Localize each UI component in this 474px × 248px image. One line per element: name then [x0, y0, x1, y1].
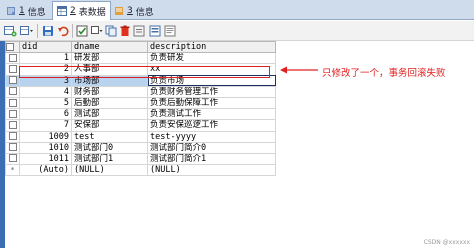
- checkbox-icon: [76, 25, 88, 37]
- toolbar-separator: [37, 24, 38, 38]
- select-all-cell[interactable]: [5, 40, 20, 54]
- checkbox-dropdown-icon: [91, 26, 103, 34]
- text-view-icon: [164, 25, 176, 37]
- row-checkbox[interactable]: [8, 53, 17, 62]
- cell-dname[interactable]: 安保部: [71, 119, 148, 132]
- row-checkbox[interactable]: [8, 154, 17, 163]
- row-checkbox[interactable]: [8, 120, 17, 129]
- cell-dname[interactable]: 测试部: [71, 108, 148, 121]
- grid-toolbar: [0, 21, 474, 41]
- new-row-marker: *: [5, 164, 20, 177]
- export-button[interactable]: [132, 24, 146, 38]
- delete-icon: [120, 25, 130, 36]
- delete-row-button[interactable]: [118, 24, 132, 38]
- tab-info-3[interactable]: 3 信息: [110, 2, 158, 20]
- cell-description[interactable]: 负责研发: [147, 52, 276, 65]
- row-checkbox[interactable]: [8, 109, 17, 118]
- form-view-button[interactable]: [148, 24, 162, 38]
- tab-bar: 1 信息 2 表数据 3 信息: [0, 0, 474, 20]
- add-row-button[interactable]: [3, 24, 17, 38]
- table-row[interactable]: 1011 测试部门1 测试部门简介1: [5, 152, 276, 166]
- table-row[interactable]: 7 安保部 负责安保巡逻工作: [5, 119, 276, 132]
- table-icon: [57, 6, 67, 16]
- text-view-button[interactable]: [163, 24, 177, 38]
- export-icon: [133, 25, 145, 37]
- highlight-box: [19, 66, 270, 78]
- undo-icon: [58, 26, 69, 37]
- cell-did[interactable]: 1009: [19, 130, 72, 143]
- cell-description[interactable]: (NULL): [147, 164, 276, 177]
- row-checkbox[interactable]: [8, 76, 17, 85]
- tab-number: 2: [70, 6, 76, 16]
- annotation-note: 只修改了一个，事务回滚失败: [322, 68, 446, 79]
- tab-number: 1: [19, 6, 25, 16]
- select-all-checkbox[interactable]: [6, 42, 14, 51]
- undo-button[interactable]: [56, 24, 70, 38]
- cell-dname[interactable]: 测试部门1: [71, 152, 148, 166]
- row-checkbox[interactable]: [8, 87, 17, 96]
- cell-description[interactable]: 测试部门简介1: [147, 152, 276, 166]
- cell-did[interactable]: 1011: [19, 152, 72, 166]
- copy-row-button[interactable]: [104, 24, 118, 38]
- select-dropdown-button[interactable]: [90, 24, 104, 38]
- cell-dname[interactable]: 测试部门0: [71, 141, 148, 154]
- cell-description[interactable]: 负责测试工作: [147, 108, 276, 121]
- tab-table-data[interactable]: 2 表数据: [52, 1, 111, 20]
- row-checkbox[interactable]: [8, 98, 17, 107]
- cell-description[interactable]: test-yyyy: [147, 130, 276, 143]
- column-header-did[interactable]: did: [19, 40, 72, 54]
- arrow-left-icon: [280, 66, 318, 74]
- grid-add-dropdown-icon: [20, 26, 33, 35]
- grid-add-icon: [3, 26, 16, 37]
- cell-did[interactable]: 6: [19, 108, 72, 121]
- cell-description[interactable]: 测试部门简介0: [147, 141, 276, 154]
- tab-label: 信息: [135, 7, 154, 18]
- row-checkbox[interactable]: [8, 143, 17, 152]
- cell-dname[interactable]: test: [71, 130, 148, 143]
- result-grid-area: did dname description 1 研发部 负责研发 2 人事部 x…: [0, 40, 474, 248]
- table-row[interactable]: 1010 测试部门0 测试部门简介0: [5, 141, 276, 154]
- form-view-icon: [149, 25, 161, 37]
- column-header-description[interactable]: description: [147, 40, 276, 54]
- select-button[interactable]: [75, 24, 89, 38]
- row-checkbox[interactable]: [8, 132, 17, 141]
- info-icon: [115, 7, 123, 15]
- watermark: CSDN @xxxxxx: [423, 239, 470, 246]
- save-icon: [43, 26, 53, 36]
- column-header-dname[interactable]: dname: [71, 40, 148, 54]
- table-row[interactable]: 1 研发部 负责研发: [5, 52, 276, 65]
- table-row[interactable]: 6 测试部 负责测试工作: [5, 108, 276, 121]
- tab-label: 信息: [27, 7, 46, 18]
- add-row-dropdown-button[interactable]: [20, 24, 34, 38]
- save-button[interactable]: [41, 24, 55, 38]
- new-row[interactable]: * (Auto) (NULL) (NULL): [5, 164, 276, 177]
- cell-did[interactable]: (Auto): [19, 164, 72, 177]
- tab-number: 3: [127, 6, 133, 16]
- cell-dname[interactable]: 后勤部: [71, 96, 148, 110]
- cell-did[interactable]: 4: [19, 85, 72, 98]
- table-row[interactable]: 1009 test test-yyyy: [5, 130, 276, 143]
- table-row[interactable]: 5 后勤部 负责后勤保障工作: [5, 96, 276, 110]
- data-grid: did dname description 1 研发部 负责研发 2 人事部 x…: [5, 40, 276, 177]
- info-icon: [7, 7, 15, 15]
- cell-did[interactable]: 5: [19, 96, 72, 110]
- table-row[interactable]: 4 财务部 负责财务管理工作: [5, 85, 276, 98]
- cell-dname[interactable]: 研发部: [71, 52, 148, 65]
- cell-did[interactable]: 1: [19, 52, 72, 65]
- cell-did[interactable]: 1010: [19, 141, 72, 154]
- cell-dname[interactable]: (NULL): [71, 164, 148, 177]
- tab-info-1[interactable]: 1 信息: [2, 2, 50, 20]
- toolbar-separator: [72, 24, 73, 38]
- cell-did[interactable]: 7: [19, 119, 72, 132]
- cell-description[interactable]: 负责财务管理工作: [147, 85, 276, 98]
- row-checkbox[interactable]: [8, 64, 17, 73]
- copy-icon: [105, 25, 117, 37]
- tab-label: 表数据: [78, 7, 106, 18]
- cell-description[interactable]: 负责后勤保障工作: [147, 96, 276, 110]
- grid-header-row: did dname description: [5, 40, 276, 54]
- cell-dname[interactable]: 财务部: [71, 85, 148, 98]
- cell-description[interactable]: 负责安保巡逻工作: [147, 119, 276, 132]
